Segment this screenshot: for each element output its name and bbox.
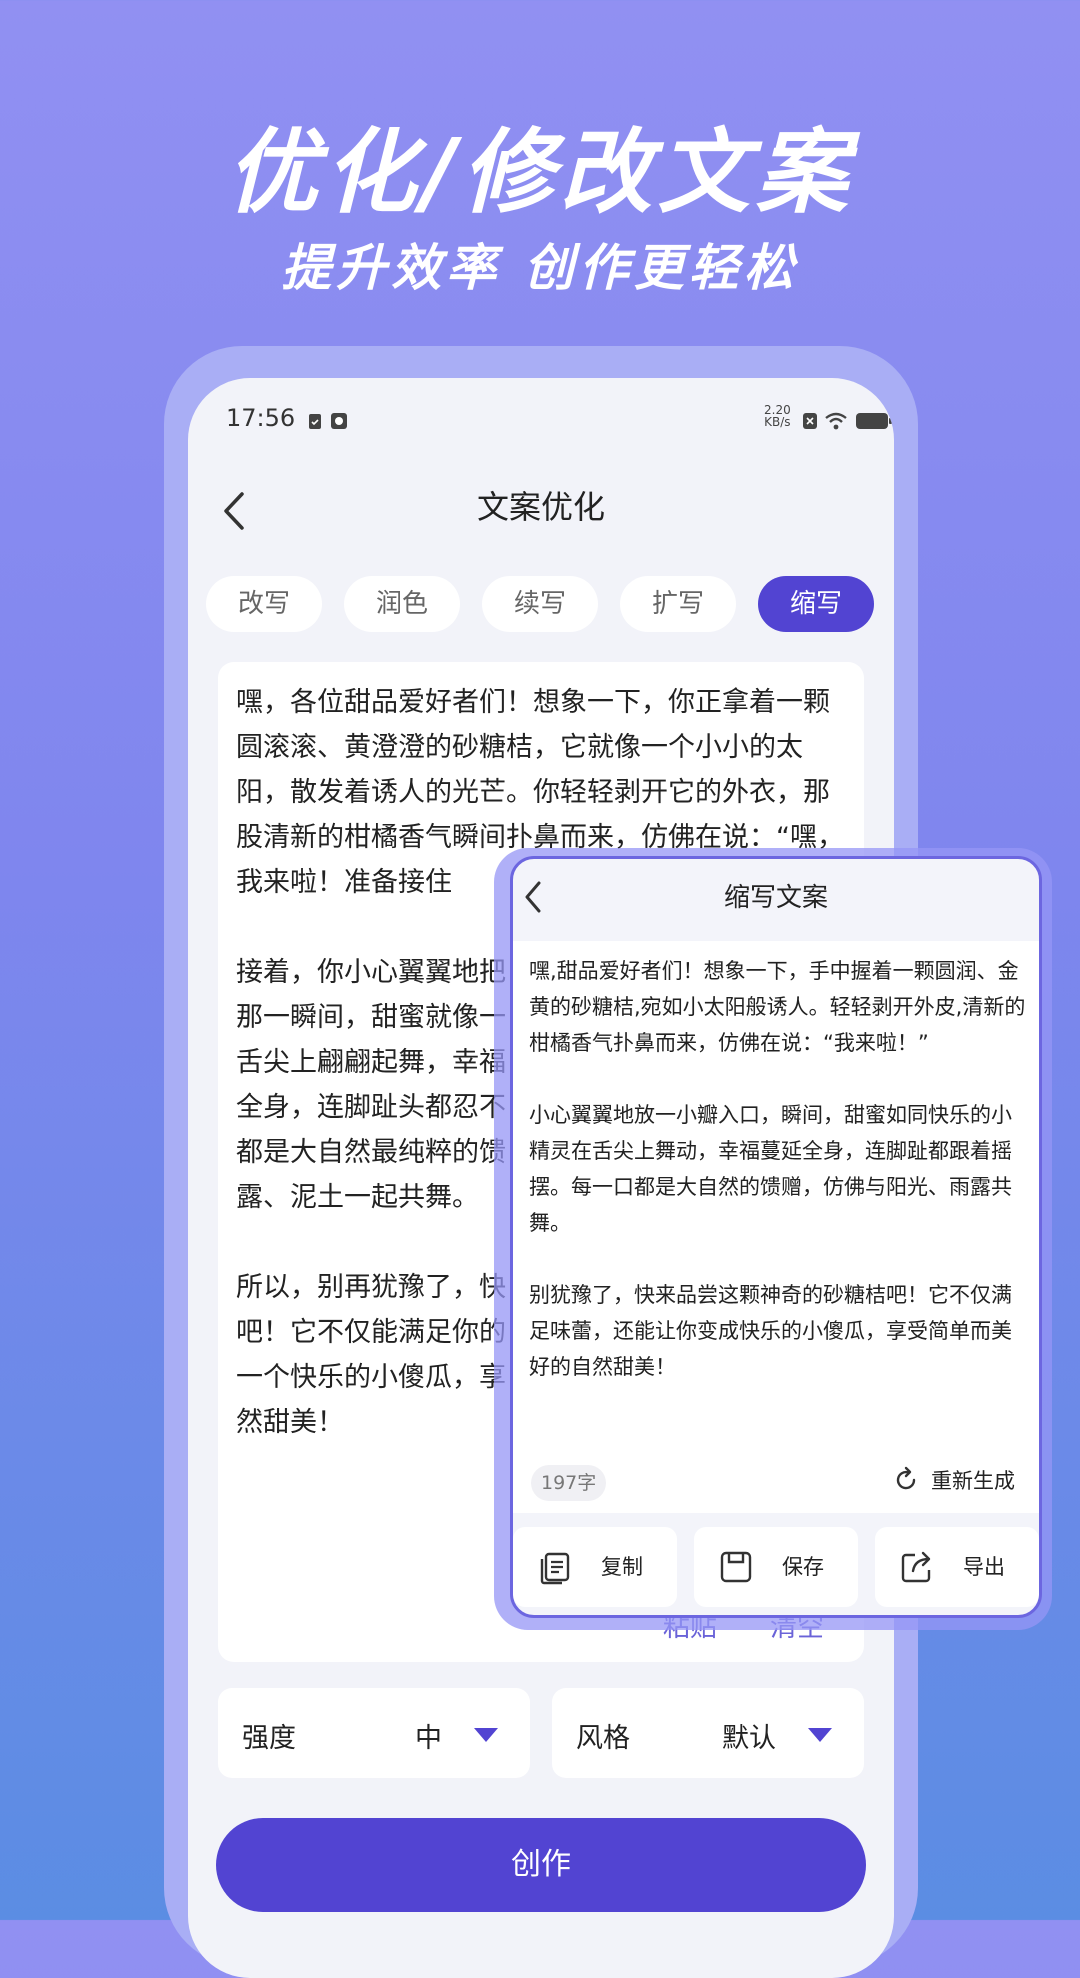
app-notification-icon	[331, 413, 347, 429]
export-button[interactable]: 导出	[875, 1527, 1039, 1607]
save-button[interactable]: 保存	[694, 1527, 858, 1607]
popup-title: 缩写文案	[723, 883, 828, 913]
status-bar: 17:56 2.20 KB/s	[226, 403, 892, 444]
wifi-icon	[825, 412, 847, 430]
style-label: 风格	[576, 1723, 630, 1754]
battery-icon	[856, 413, 892, 429]
regenerate-label: 重新生成	[931, 1469, 1015, 1493]
hero-title: 优化/修改文案	[226, 119, 854, 226]
strength-select[interactable]: 强度 中	[218, 1688, 530, 1778]
mode-tabs: 改写 润色 续写 扩写 缩写	[206, 576, 886, 632]
char-count-badge: 197字	[531, 1465, 607, 1501]
copy-button[interactable]: 复制	[513, 1527, 677, 1607]
page-title: 文案优化	[476, 488, 605, 526]
tab-expand[interactable]: 扩写	[620, 576, 736, 632]
strength-label: 强度	[242, 1723, 296, 1754]
sim-off-icon	[803, 413, 817, 429]
hero-subtitle: 提升效率 创作更轻松	[281, 239, 799, 297]
refresh-icon	[896, 1466, 916, 1490]
tab-polish[interactable]: 润色	[344, 576, 460, 632]
export-icon	[901, 1551, 931, 1583]
status-time: 17:56	[226, 404, 296, 432]
tab-abbreviate[interactable]: 缩写	[758, 576, 874, 632]
tab-continue[interactable]: 续写	[482, 576, 598, 632]
caret-down-icon	[474, 1728, 498, 1742]
create-button[interactable]: 创作	[216, 1818, 866, 1912]
caret-down-icon	[808, 1728, 832, 1742]
strength-value: 中	[415, 1723, 442, 1754]
tab-rewrite[interactable]: 改写	[206, 576, 322, 632]
style-select[interactable]: 风格 默认	[552, 1688, 864, 1778]
popup-actions: 复制 保存 导出	[513, 1527, 1039, 1607]
result-content: 嘿,甜品爱好者们！想象一下，手中握着一颗圆润、金黄的砂糖桔,宛如小太阳般诱人。轻…	[513, 941, 1039, 1513]
style-value: 默认	[722, 1723, 776, 1754]
clipboard-check-icon	[309, 414, 321, 429]
net-speed: 2.20 KB/s	[764, 403, 791, 429]
save-icon	[720, 1551, 752, 1583]
regenerate-button[interactable]: 重新生成	[892, 1465, 1015, 1497]
export-label: 导出	[963, 1555, 1005, 1579]
result-text: 嘿,甜品爱好者们！想象一下，手中握着一颗圆润、金黄的砂糖桔,宛如小太阳般诱人。轻…	[529, 959, 1026, 1379]
copy-icon	[540, 1552, 570, 1585]
save-label: 保存	[782, 1555, 824, 1579]
copy-label: 复制	[601, 1555, 643, 1579]
result-popup: 缩写文案 嘿,甜品爱好者们！想象一下，手中握着一颗圆润、金黄的砂糖桔,宛如小太阳…	[510, 856, 1042, 1618]
popup-header: 缩写文案	[513, 859, 1039, 939]
